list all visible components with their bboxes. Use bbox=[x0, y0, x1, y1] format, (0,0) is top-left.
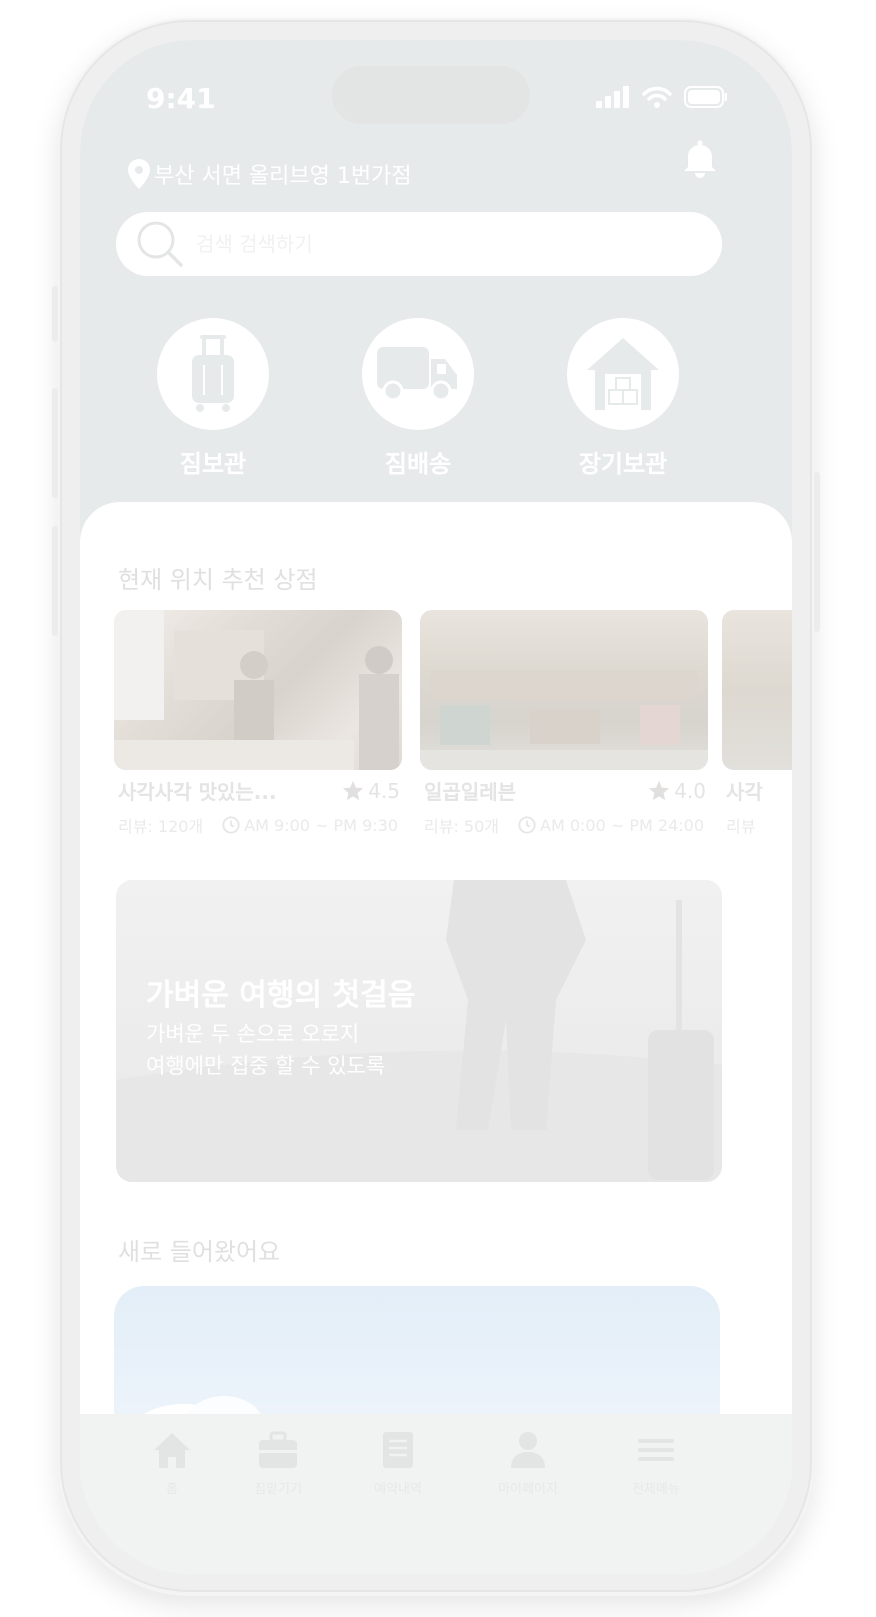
new-arrivals-title: 새로 들어왔어요 bbox=[118, 1238, 281, 1266]
tab-all-menu-label: 전체메뉴 bbox=[632, 1482, 680, 1497]
wifi-icon bbox=[642, 86, 672, 108]
service-long-term[interactable]: 장기보관 bbox=[566, 318, 680, 479]
store-photo-detail bbox=[114, 610, 399, 770]
status-icons bbox=[596, 86, 728, 108]
promo-banner[interactable]: 가벼운 여행의 첫걸음 가벼운 두 손으로 오로지 여행에만 집중 할 수 있도… bbox=[116, 880, 722, 1182]
suitcase-icon bbox=[192, 335, 234, 412]
service-storage-circle bbox=[157, 318, 269, 430]
service-delivery-label: 짐배송 bbox=[384, 450, 452, 478]
store-carousel[interactable]: 사각사각 맛있는... 4.5 리뷰: 120개 AM 9:00 ~ PM 9:… bbox=[114, 610, 792, 840]
store-name: 사각 bbox=[726, 780, 763, 804]
tab-reservations-label: 예약내역 bbox=[374, 1482, 422, 1497]
app-screen: 9:41 부산 서면 올리브영 1번가점 검색 검색하기 짐보관 짐배송 장기보… bbox=[80, 40, 792, 1574]
tab-reservations[interactable]: 예약내역 bbox=[338, 1430, 458, 1497]
store-hours-text: AM 9:00 ~ PM 9:30 bbox=[244, 815, 398, 835]
store-photo bbox=[722, 610, 792, 770]
user-icon bbox=[511, 1432, 545, 1468]
service-delivery-circle bbox=[362, 318, 474, 430]
store-card[interactable]: 사각 리뷰 bbox=[722, 610, 792, 837]
store-hours: AM 9:00 ~ PM 9:30 bbox=[222, 813, 398, 837]
star-icon bbox=[343, 780, 364, 800]
store-rating: 4.5 bbox=[342, 779, 400, 803]
briefcase-icon bbox=[259, 1431, 297, 1468]
store-info-row: 일곱일레븐 4.0 bbox=[420, 776, 708, 805]
signal-icon bbox=[596, 86, 629, 108]
banner-subtitle-line2: 여행에만 집중 할 수 있도록 bbox=[146, 1054, 386, 1078]
search-input[interactable] bbox=[196, 232, 636, 256]
store-rating-value: 4.0 bbox=[674, 778, 706, 803]
store-name: 사각사각 맛있는... bbox=[118, 780, 277, 804]
star-icon bbox=[649, 780, 670, 800]
tab-store-luggage[interactable]: 짐맡기기 bbox=[218, 1430, 338, 1497]
dynamic-island bbox=[332, 66, 530, 124]
service-storage[interactable]: 짐보관 bbox=[156, 318, 270, 479]
mute-switch bbox=[52, 286, 58, 342]
volume-up-button bbox=[52, 388, 58, 498]
store-info-row: 사각 bbox=[722, 776, 792, 805]
tab-my-page-label: 마이페이지 bbox=[498, 1482, 558, 1497]
store-hours: AM 0:00 ~ PM 24:00 bbox=[518, 813, 704, 837]
store-card[interactable]: 사각사각 맛있는... 4.5 리뷰: 120개 AM 9:00 ~ PM 9:… bbox=[114, 610, 402, 837]
tab-store-luggage-label: 짐맡기기 bbox=[254, 1482, 302, 1497]
banner-title: 가벼운 여행의 첫걸음 bbox=[146, 978, 416, 1013]
power-button bbox=[814, 472, 820, 632]
store-photo-detail bbox=[420, 670, 708, 770]
truck-icon bbox=[377, 347, 457, 402]
store-rating-value: 4.5 bbox=[368, 778, 400, 803]
battery-icon bbox=[684, 86, 727, 108]
tab-home[interactable]: 홈 bbox=[112, 1430, 232, 1497]
store-photo bbox=[420, 610, 708, 770]
current-location[interactable]: 부산 서면 올리브영 1번가점 bbox=[128, 158, 412, 190]
tab-all-menu[interactable]: 전체메뉴 bbox=[596, 1430, 716, 1497]
document-icon bbox=[383, 1432, 413, 1468]
store-reviews: 리뷰: 50개 bbox=[424, 817, 499, 836]
store-rating: 4.0 bbox=[648, 779, 706, 803]
store-card[interactable]: 일곱일레븐 4.0 리뷰: 50개 AM 0:00 ~ PM 24:00 bbox=[420, 610, 708, 837]
store-reviews: 리뷰: 120개 bbox=[118, 817, 204, 836]
store-meta-row: 리뷰 bbox=[722, 813, 792, 837]
recommend-section-title: 현재 위치 추천 상점 bbox=[118, 566, 318, 594]
map-pin-icon bbox=[128, 159, 150, 189]
store-meta-row: 리뷰: 50개 AM 0:00 ~ PM 24:00 bbox=[420, 813, 708, 837]
store-meta-row: 리뷰: 120개 AM 9:00 ~ PM 9:30 bbox=[114, 813, 402, 837]
store-info-row: 사각사각 맛있는... 4.5 bbox=[114, 776, 402, 805]
banner-subtitle-line1: 가벼운 두 손으로 오로지 bbox=[146, 1022, 360, 1046]
warehouse-icon bbox=[587, 338, 659, 410]
store-hours-text: AM 0:00 ~ PM 24:00 bbox=[540, 815, 704, 835]
service-long-term-label: 장기보관 bbox=[578, 450, 668, 478]
store-reviews: 리뷰 bbox=[726, 817, 756, 836]
menu-icon bbox=[638, 1439, 674, 1461]
bottom-tab-bar: 홈 짐맡기기 예약내역 마이페이지 전체메뉴 bbox=[80, 1414, 792, 1574]
notification-button[interactable] bbox=[682, 140, 718, 182]
search-icon bbox=[137, 221, 183, 267]
clock-icon bbox=[222, 816, 240, 834]
service-long-term-circle bbox=[567, 318, 679, 430]
service-delivery[interactable]: 짐배송 bbox=[361, 318, 475, 479]
tab-home-label: 홈 bbox=[166, 1482, 178, 1497]
location-label: 부산 서면 올리브영 1번가점 bbox=[154, 164, 412, 189]
tab-my-page[interactable]: 마이페이지 bbox=[468, 1430, 588, 1497]
search-bar[interactable] bbox=[116, 212, 722, 276]
bell-icon bbox=[684, 140, 716, 178]
store-photo bbox=[114, 610, 402, 770]
volume-down-button bbox=[52, 526, 58, 636]
clock-icon bbox=[518, 816, 536, 834]
service-storage-label: 짐보관 bbox=[179, 450, 247, 478]
home-icon bbox=[154, 1433, 190, 1468]
status-time: 9:41 bbox=[146, 82, 216, 115]
banner-subtitle: 가벼운 두 손으로 오로지 여행에만 집중 할 수 있도록 bbox=[146, 1018, 385, 1082]
store-name: 일곱일레븐 bbox=[424, 780, 516, 804]
